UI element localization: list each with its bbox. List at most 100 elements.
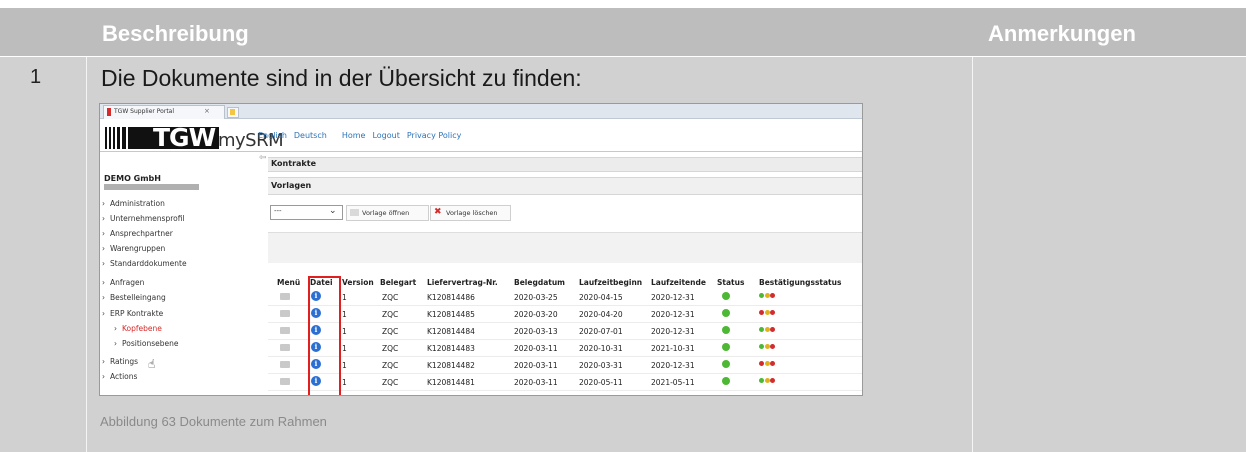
status-indicator [722, 326, 730, 334]
header-description: Beschreibung [102, 21, 249, 46]
chevron-right-icon: › [102, 214, 105, 223]
top-navigation: English Deutsch Home Logout Privacy Policy [258, 131, 468, 140]
delete-template-button[interactable]: ✖ Vorlage löschen [430, 205, 511, 221]
traffic-light-dot [759, 310, 764, 315]
sidebar-item-anfragen[interactable]: › Anfragen [102, 278, 144, 287]
chevron-right-icon: › [102, 259, 105, 268]
chevron-right-icon: › [114, 339, 117, 348]
folder-icon[interactable] [280, 378, 290, 385]
confirmation-status-indicator [759, 310, 776, 315]
cell-end: 2020-12-31 [651, 310, 695, 319]
panel-title: Kontrakte [271, 159, 316, 168]
traffic-light-dot [759, 361, 764, 366]
traffic-light-dot [764, 361, 770, 366]
cell-version: 1 [342, 344, 347, 353]
header-notes: Anmerkungen [988, 21, 1136, 46]
column-header[interactable]: Laufzeitbeginn [579, 278, 642, 287]
traffic-light-dot [764, 378, 770, 383]
cell-end: 2020-12-31 [651, 361, 695, 370]
nav-link-privacy[interactable]: Privacy Policy [407, 131, 462, 140]
sidebar-item-kopfebene[interactable]: › Kopfebene [114, 324, 162, 333]
cell-type: ZQC [382, 361, 399, 370]
cell-date: 2020-03-20 [514, 310, 558, 319]
sidebar-item-warengruppen[interactable]: › Warengruppen [102, 244, 165, 253]
column-header[interactable]: Status [717, 278, 744, 287]
table-row[interactable]: i 1 ZQC K120814482 2020-03-11 2020-03-31 2020-… [268, 356, 862, 374]
cell-type: ZQC [382, 344, 399, 353]
cell-version: 1 [342, 293, 347, 302]
figure-caption: Abbildung 63 Dokumente zum Rahmen [100, 414, 327, 429]
traffic-light-dot [770, 344, 775, 349]
cell-start: 2020-10-31 [579, 344, 623, 353]
status-indicator [722, 309, 730, 317]
status-indicator [722, 343, 730, 351]
cell-version: 1 [342, 327, 347, 336]
table-row[interactable]: i 1 ZQC K120814483 2020-03-11 2020-10-31 2021-… [268, 339, 862, 357]
sidebar-item-bestelleingang[interactable]: › Bestelleingang [102, 293, 166, 302]
sidebar-item-erp-kontrakte[interactable]: › ERP Kontrakte [102, 309, 163, 318]
template-select[interactable]: --- ⌄ [270, 205, 343, 220]
cell-type: ZQC [382, 310, 399, 319]
table-row[interactable]: i 1 ZQC K120814484 2020-03-13 2020-07-01 2020-… [268, 322, 862, 340]
open-template-button[interactable]: Vorlage öffnen [346, 205, 429, 221]
chevron-right-icon: › [102, 293, 105, 302]
folder-icon[interactable] [280, 310, 290, 317]
nav-link-home[interactable]: Home [342, 131, 366, 140]
nav-link-logout[interactable]: Logout [372, 131, 399, 140]
column-divider [972, 57, 973, 452]
sidebar-item-administration[interactable]: › Administration [102, 199, 165, 208]
confirmation-status-indicator [759, 361, 776, 366]
sidebar-item-ratings[interactable]: › Ratings [102, 357, 138, 366]
nav-link-english[interactable]: English [258, 131, 287, 140]
folder-icon[interactable] [280, 344, 290, 351]
table-row[interactable]: i 1 ZQC K120814486 2020-03-25 2020-04-15 2020-… [268, 288, 862, 306]
cell-version: 1 [342, 310, 347, 319]
sidebar-item-ansprechpartner[interactable]: › Ansprechpartner [102, 229, 173, 238]
cell-start: 2020-03-31 [579, 361, 623, 370]
traffic-light-dot [759, 378, 764, 383]
cell-contract: K120814485 [427, 310, 475, 319]
traffic-light-dot [764, 344, 770, 349]
column-header[interactable]: Belegart [380, 278, 416, 287]
templates-title: Vorlagen [271, 181, 312, 190]
cell-end: 2021-05-11 [651, 378, 695, 387]
chevron-right-icon: › [102, 309, 105, 318]
table-header: Beschreibung Anmerkungen [0, 8, 1246, 56]
traffic-light-dot [764, 327, 770, 332]
browser-tab[interactable]: TGW Supplier Portal × [103, 105, 225, 119]
traffic-light-dot [770, 310, 775, 315]
sidebar-item-actions[interactable]: › Actions [102, 372, 137, 381]
status-indicator [722, 292, 730, 300]
column-header[interactable]: Version [342, 278, 374, 287]
cell-version: 1 [342, 378, 347, 387]
column-header[interactable]: Liefervertrag-Nr. [427, 278, 498, 287]
chevron-right-icon: › [102, 199, 105, 208]
nav-link-deutsch[interactable]: Deutsch [294, 131, 327, 140]
cell-start: 2020-07-01 [579, 327, 623, 336]
table-row[interactable]: i 1 ZQC K120814485 2020-03-20 2020-04-20 2020-… [268, 305, 862, 323]
column-header[interactable]: Menü [277, 278, 300, 287]
cell-end: 2020-12-31 [651, 327, 695, 336]
sidebar-item-standarddokumente[interactable]: › Standarddokumente [102, 259, 187, 268]
cell-type: ZQC [382, 378, 399, 387]
table-row[interactable]: i 1 ZQC K120814481 2020-03-11 2020-05-11 2021-… [268, 373, 862, 391]
folder-icon[interactable] [280, 327, 290, 334]
cell-date: 2020-03-13 [514, 327, 558, 336]
delete-icon: ✖ [434, 207, 442, 217]
column-header[interactable]: Laufzeitende [651, 278, 706, 287]
favicon-icon [107, 108, 111, 116]
chevron-right-icon: › [102, 372, 105, 381]
new-tab-icon[interactable] [227, 107, 239, 118]
folder-icon[interactable] [280, 293, 290, 300]
cell-type: ZQC [382, 293, 399, 302]
sidebar-item-positionsebene[interactable]: › Positionsebene [114, 339, 178, 348]
sidebar-item-unternehmensprofil[interactable]: › Unternehmensprofil [102, 214, 185, 223]
collapse-arrow-icon[interactable]: ⇦ [259, 153, 267, 163]
traffic-light-dot [770, 327, 775, 332]
folder-icon[interactable] [280, 361, 290, 368]
confirmation-status-indicator [759, 378, 776, 383]
column-header[interactable]: Bestätigungsstatus [759, 278, 841, 287]
close-icon[interactable]: × [204, 107, 210, 115]
column-header[interactable]: Belegdatum [514, 278, 565, 287]
divider [100, 151, 862, 152]
